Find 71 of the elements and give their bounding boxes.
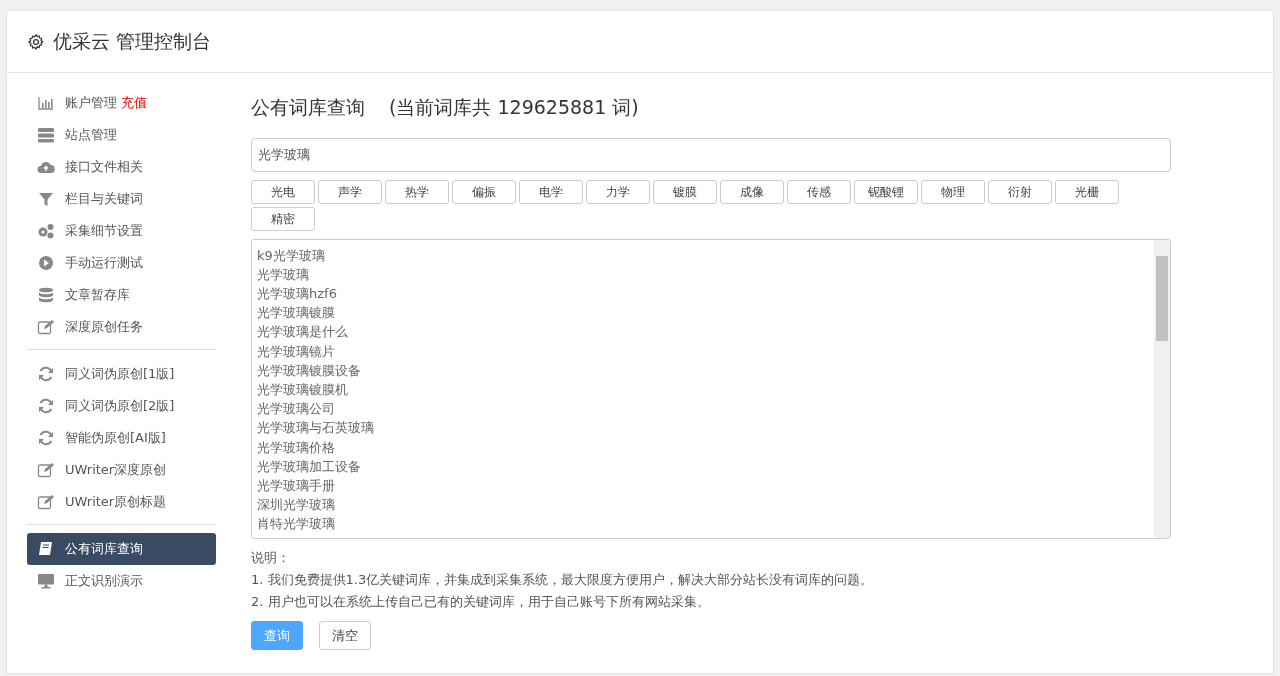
tag-button[interactable]: 力学	[586, 179, 650, 204]
sidebar-item[interactable]: 正文识别演示	[27, 565, 216, 597]
tag-button[interactable]: 成像	[720, 179, 784, 204]
server-icon	[37, 127, 55, 143]
sidebar-item[interactable]: 同义词伪原创[2版]	[27, 390, 216, 422]
sidebar-item[interactable]: UWriter原创标题	[27, 486, 216, 518]
book-icon	[37, 541, 55, 557]
sidebar-item[interactable]: 智能伪原创[AI版]	[27, 422, 216, 454]
menu-label: 账户管理	[65, 95, 117, 111]
sidebar-item[interactable]: 深度原创任务	[27, 311, 216, 343]
chart-icon	[37, 95, 55, 111]
app-title: 优采云 管理控制台	[53, 29, 212, 55]
gears-icon	[37, 223, 55, 239]
sidebar-item[interactable]: 栏目与关键词	[27, 183, 216, 215]
upload-icon	[37, 159, 55, 175]
result-item[interactable]: 光学玻璃镜片	[257, 341, 1149, 361]
result-item[interactable]: 光学玻璃与石英玻璃	[257, 418, 1149, 438]
sidebar-item[interactable]: 账户管理 充值	[27, 87, 216, 119]
keyword-field[interactable]: 光学玻璃	[251, 137, 1171, 172]
tag-button[interactable]: 铌酸锂	[854, 179, 918, 204]
scrollbar[interactable]	[1154, 239, 1170, 538]
result-item[interactable]: 光学玻璃价格	[257, 437, 1149, 457]
tag-button[interactable]: 物理	[921, 179, 985, 204]
result-item[interactable]: 光学玻璃是什么	[257, 322, 1149, 342]
result-item[interactable]: 光学玻璃加工设备	[257, 456, 1149, 476]
sidebar-item[interactable]: 同义词伪原创[1版]	[27, 358, 216, 390]
sidebar-item[interactable]: 文章暂存库	[27, 279, 216, 311]
result-item[interactable]: 光学玻璃手册	[257, 475, 1149, 496]
refresh-icon	[37, 366, 55, 382]
page-title: 公有词库查询	[251, 95, 365, 120]
tag-button[interactable]: 热学	[385, 179, 449, 204]
sidebar-item[interactable]: 采集细节设置	[27, 215, 216, 247]
word-count: (当前词库共 129625881 词)	[389, 95, 639, 120]
edit-icon	[37, 462, 55, 478]
database-icon	[37, 287, 55, 303]
tag-button[interactable]: 电学	[519, 179, 583, 204]
tag-button[interactable]: 光栅	[1055, 179, 1119, 204]
note-text: 1. 我们免费提供1.3亿关键词库，并集成到采集系统，最大限度方便用户，解决大部分站长没有词库的问题。	[251, 570, 875, 589]
result-item[interactable]: 肖特光学玻璃	[257, 514, 1149, 534]
sidebar-item[interactable]: 站点管理	[27, 119, 216, 151]
result-item[interactable]: 光学玻璃镀膜	[257, 303, 1149, 323]
sidebar-item[interactable]: 手动运行测试	[27, 247, 216, 279]
tag-button[interactable]: 传感	[787, 179, 851, 204]
sidebar-item[interactable]: 接口文件相关	[27, 151, 216, 183]
result-item[interactable]: k9光学玻璃	[257, 245, 1149, 265]
tag-button[interactable]: 衍射	[988, 179, 1052, 204]
note-text: 2. 用户也可以在系统上传自己已有的关键词库，用于自己账号下所有网站采集。	[251, 592, 711, 611]
settings-icon	[27, 32, 45, 51]
clear-button[interactable]: 清空	[319, 620, 371, 650]
filter-icon	[37, 191, 55, 207]
result-item[interactable]: 光学玻璃	[257, 264, 1149, 284]
tag-button[interactable]: 偏振	[452, 179, 516, 204]
refresh-icon	[37, 398, 55, 414]
play-icon	[37, 255, 55, 271]
notes-title: 说明：	[251, 548, 291, 567]
result-item[interactable]: 深圳光学玻璃	[257, 495, 1149, 515]
sidebar-item[interactable]: UWriter深度原创	[27, 454, 216, 486]
tag-button[interactable]: 精密	[251, 206, 315, 231]
refresh-icon	[37, 430, 55, 446]
sidebar-item[interactable]: 公有词库查询	[27, 533, 216, 565]
edit-icon	[37, 494, 55, 510]
recharge-link[interactable]: 充值	[121, 95, 148, 111]
tag-button[interactable]: 光电	[251, 179, 315, 204]
edit-icon	[37, 319, 55, 335]
monitor-icon	[37, 573, 55, 589]
result-item[interactable]: 光学玻璃公司	[257, 399, 1149, 419]
result-item[interactable]: 光学玻璃镀膜机	[257, 379, 1149, 400]
result-item[interactable]: 光学玻璃镀膜设备	[257, 360, 1149, 380]
result-item[interactable]: 光学玻璃hzf6	[257, 283, 1149, 304]
tag-button[interactable]: 声学	[318, 179, 382, 204]
tag-button[interactable]: 镀膜	[653, 179, 717, 204]
